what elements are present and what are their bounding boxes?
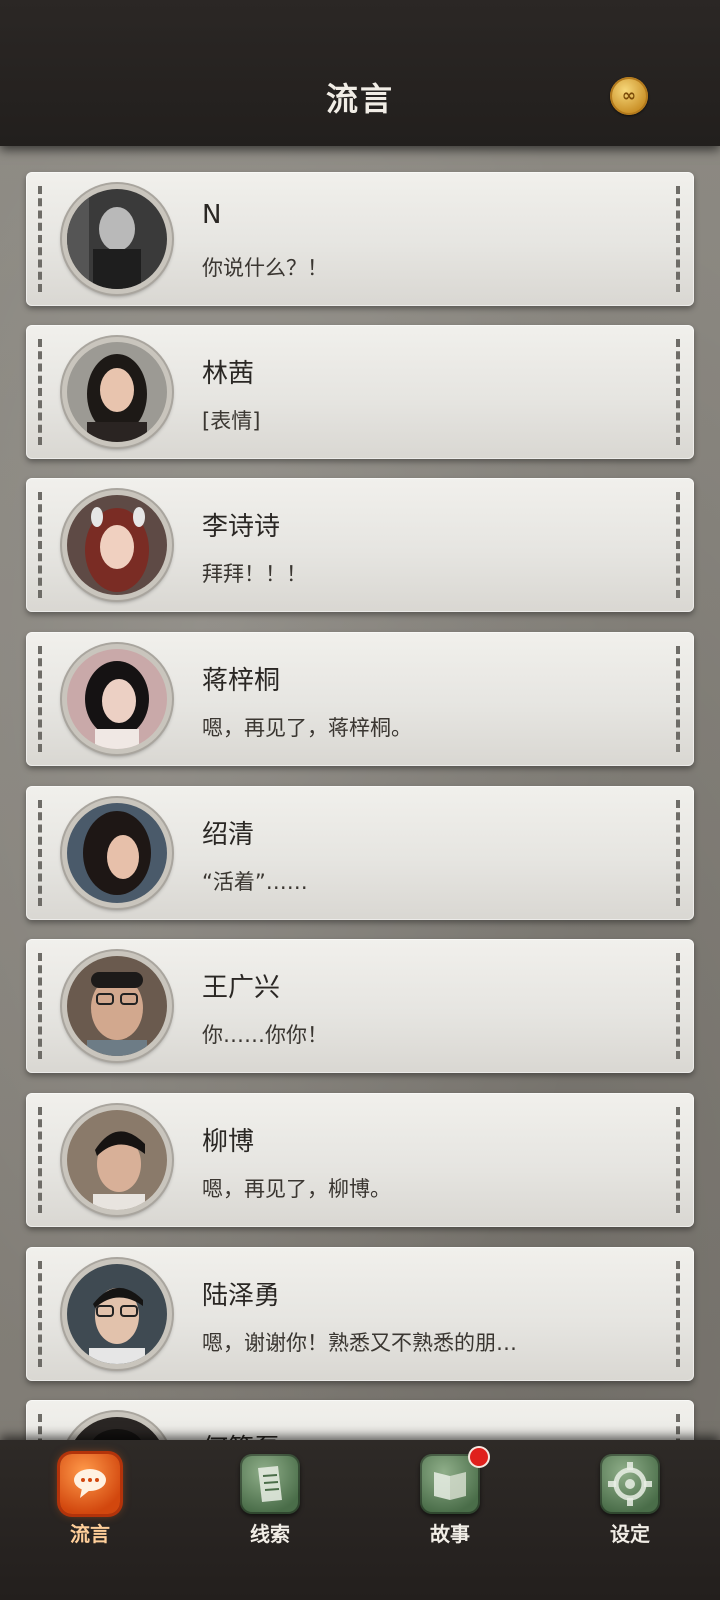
stitch-decoration xyxy=(676,1414,680,1440)
avatar xyxy=(67,495,167,595)
avatar-frame xyxy=(62,1105,172,1215)
contact-name: 绍清 xyxy=(202,820,255,850)
stitch-decoration xyxy=(676,1107,680,1213)
avatar-frame xyxy=(62,1412,172,1440)
stitch-decoration xyxy=(676,646,680,752)
infinity-coin-button[interactable]: ∞ xyxy=(610,77,648,115)
bottom-tab-bar: 流言 线索 故事 设定 xyxy=(0,1440,720,1600)
tab-label: 设定 xyxy=(610,1522,650,1546)
last-message: 嗯，再见了，柳博。 xyxy=(202,1177,391,1201)
book-icon xyxy=(420,1454,480,1514)
stitch-decoration xyxy=(676,800,680,906)
header-bar: 流言 ∞ xyxy=(0,0,720,146)
avatar-frame xyxy=(62,490,172,600)
avatar xyxy=(67,1110,167,1210)
avatar-frame xyxy=(62,184,172,294)
avatar-frame xyxy=(62,951,172,1061)
contact-name: N xyxy=(202,200,222,230)
notification-badge xyxy=(470,1448,488,1466)
document-icon xyxy=(240,1454,300,1514)
contact-name: 林茜 xyxy=(202,359,255,389)
tab-settings[interactable]: 设定 xyxy=(570,1454,690,1574)
avatar xyxy=(67,1264,167,1364)
stitch-decoration xyxy=(38,492,42,598)
last-message: 拜拜！！！ xyxy=(202,562,307,586)
contact-name: 李诗诗 xyxy=(202,512,281,542)
contact-card[interactable]: 蒋梓桐 嗯，再见了，蒋梓桐。 xyxy=(26,632,694,766)
contact-card[interactable]: 柳博 嗯，再见了，柳博。 xyxy=(26,1093,694,1227)
tab-clues[interactable]: 线索 xyxy=(210,1454,330,1574)
last-message: 你说什么？！ xyxy=(202,256,328,280)
stitch-decoration xyxy=(38,186,42,292)
stitch-decoration xyxy=(676,186,680,292)
contact-card[interactable]: 林茜 [表情] xyxy=(26,325,694,459)
last-message: 嗯，再见了，蒋梓桐。 xyxy=(202,716,412,740)
tab-label: 故事 xyxy=(430,1522,470,1546)
stitch-decoration xyxy=(38,1107,42,1213)
avatar-frame xyxy=(62,644,172,754)
chat-bubble-icon xyxy=(60,1454,120,1514)
contact-card[interactable]: 王广兴 你……你你！ xyxy=(26,939,694,1073)
tab-rumors[interactable]: 流言 xyxy=(30,1454,150,1574)
stitch-decoration xyxy=(38,646,42,752)
avatar xyxy=(67,803,167,903)
tab-label: 流言 xyxy=(70,1522,110,1546)
tab-label: 线索 xyxy=(250,1522,290,1546)
avatar-frame xyxy=(62,798,172,908)
rumor-list[interactable]: N 你说什么？！ 林茜 [表情] 李诗诗 拜拜！！！ 蒋梓桐 嗯，再见了，蒋梓桐… xyxy=(0,0,720,1440)
contact-name: 蒋梓桐 xyxy=(202,666,281,696)
stitch-decoration xyxy=(676,492,680,598)
stitch-decoration xyxy=(38,800,42,906)
stitch-decoration xyxy=(676,1261,680,1367)
last-message: 你……你你！ xyxy=(202,1023,328,1047)
contact-card[interactable]: 绍清 “活着”…… xyxy=(26,786,694,920)
last-message: [表情] xyxy=(202,409,261,433)
avatar xyxy=(67,956,167,1056)
stitch-decoration xyxy=(38,1261,42,1367)
contact-card[interactable]: 何筱磊 xyxy=(26,1400,694,1440)
stitch-decoration xyxy=(38,1414,42,1440)
last-message: 嗯，谢谢你！熟悉又不熟悉的朋… xyxy=(202,1331,517,1355)
stitch-decoration xyxy=(38,339,42,445)
avatar xyxy=(67,189,167,289)
contact-card[interactable]: N 你说什么？！ xyxy=(26,172,694,306)
stitch-decoration xyxy=(676,953,680,1059)
avatar xyxy=(67,649,167,749)
avatar-frame xyxy=(62,1259,172,1369)
contact-name: 柳博 xyxy=(202,1127,255,1157)
contact-card[interactable]: 陆泽勇 嗯，谢谢你！熟悉又不熟悉的朋… xyxy=(26,1247,694,1381)
infinity-coin-icon: ∞ xyxy=(621,86,637,106)
avatar-frame xyxy=(62,337,172,447)
contact-name: 王广兴 xyxy=(202,973,281,1003)
contact-name: 陆泽勇 xyxy=(202,1281,281,1311)
contact-card[interactable]: 李诗诗 拜拜！！！ xyxy=(26,478,694,612)
contact-name: 何筱磊 xyxy=(202,1428,280,1440)
avatar xyxy=(67,1417,167,1440)
last-message: “活着”…… xyxy=(202,870,308,894)
avatar xyxy=(67,342,167,442)
stitch-decoration xyxy=(676,339,680,445)
gear-icon xyxy=(600,1454,660,1514)
stitch-decoration xyxy=(38,953,42,1059)
tab-story[interactable]: 故事 xyxy=(390,1448,510,1574)
